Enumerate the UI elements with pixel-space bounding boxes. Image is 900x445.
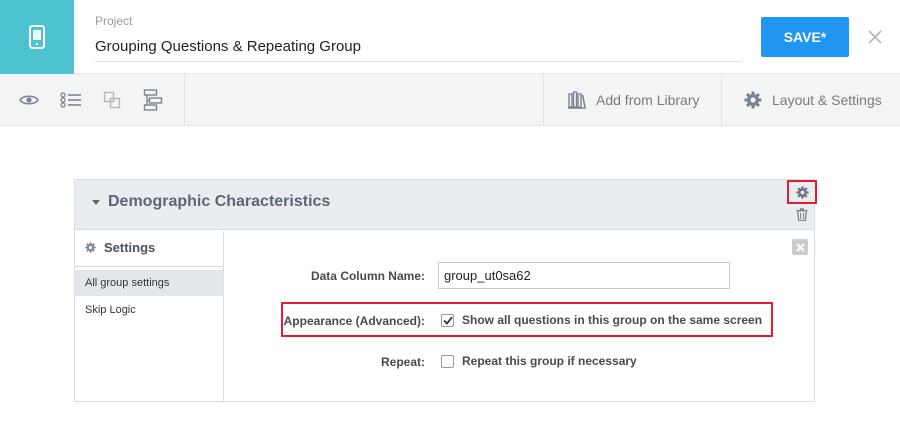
repeat-checkbox[interactable] [441, 354, 454, 368]
question-group-card: Demographic Characteristics Settings All… [74, 179, 817, 402]
app-header: Project Grouping Questions & Repeating G… [0, 0, 900, 74]
add-from-library-button[interactable]: Add from Library [543, 74, 721, 126]
close-settings-button[interactable] [792, 239, 808, 255]
group-header[interactable]: Demographic Characteristics [75, 180, 817, 230]
sidebar-item-skip-logic[interactable]: Skip Logic [75, 297, 223, 323]
repeat-label: Repeat: [380, 355, 425, 369]
toolbar-icon-group [0, 74, 185, 126]
repeat-option-text: Repeat this group if necessary [462, 354, 637, 368]
caret-down-icon[interactable] [92, 199, 100, 205]
group-title[interactable]: Demographic Characteristics [92, 193, 330, 211]
repeat-option[interactable]: Repeat this group if necessary [441, 354, 637, 368]
hierarchy-icon [143, 89, 163, 111]
delete-group-button[interactable] [794, 206, 810, 222]
copy-icon [103, 91, 121, 109]
logo[interactable] [0, 0, 74, 74]
project-label: Project [95, 14, 133, 28]
data-column-name-input[interactable]: group_ut0sa62 [438, 262, 730, 289]
project-name-input[interactable]: Grouping Questions & Repeating Group [95, 38, 741, 62]
group-settings-sidebar: Settings All group settings Skip Logic [75, 231, 224, 401]
group-settings-button[interactable] [787, 180, 817, 204]
gear-icon [795, 185, 809, 199]
sidebar-item-all-group-settings[interactable]: All group settings [75, 270, 223, 296]
gear-icon [744, 91, 762, 109]
divider [75, 266, 224, 267]
structure-button[interactable] [141, 88, 165, 112]
mobile-form-icon [29, 25, 45, 49]
layout-settings-button[interactable]: Layout & Settings [721, 74, 900, 126]
preview-eye-icon [19, 95, 39, 105]
trash-icon [796, 207, 808, 221]
add-from-library-label: Add from Library [596, 92, 700, 108]
gear-icon [85, 242, 96, 253]
layout-settings-label: Layout & Settings [772, 92, 882, 108]
close-button[interactable] [864, 26, 886, 48]
appearance-highlight-box [281, 302, 773, 337]
toolbar: Add from Library Layout & Settings [0, 74, 900, 126]
data-column-name-label: Data Column Name: [310, 269, 425, 283]
question-list-button[interactable] [59, 88, 83, 112]
library-icon [568, 91, 586, 109]
question-list-icon [60, 92, 81, 108]
close-icon [795, 242, 805, 252]
sidebar-heading: Settings [85, 240, 155, 255]
sidebar-heading-text: Settings [104, 240, 156, 255]
group-title-text: Demographic Characteristics [108, 193, 331, 210]
preview-button[interactable] [17, 88, 41, 112]
save-button[interactable]: SAVE* [761, 17, 849, 57]
copy-button[interactable] [100, 88, 124, 112]
close-icon [868, 30, 882, 44]
